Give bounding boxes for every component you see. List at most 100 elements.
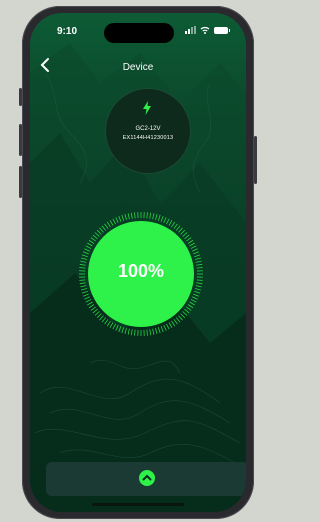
- gauge-tick: [182, 232, 188, 237]
- gauge-tick: [134, 329, 136, 336]
- gauge-tick: [106, 221, 111, 228]
- gauge-tick: [155, 327, 158, 334]
- wifi-icon: [200, 26, 210, 34]
- gauge-tick: [184, 308, 190, 314]
- battery-percent: 100%: [117, 261, 165, 281]
- gauge-tick: [149, 212, 152, 219]
- signal-icon: [185, 26, 196, 34]
- gauge-tick: [134, 212, 136, 219]
- gauge-tick: [155, 214, 158, 221]
- gauge-tick: [81, 257, 88, 260]
- gauge-tick: [186, 306, 192, 311]
- status-bar: 9:10: [30, 13, 246, 43]
- gauge-tick: [94, 311, 100, 316]
- gauge-tick: [194, 288, 201, 291]
- gauge-tick: [115, 217, 119, 224]
- gauge-tick: [84, 248, 91, 252]
- gauge-tick: [80, 285, 87, 288]
- gauge-tick: [166, 218, 170, 225]
- gauge-tick: [196, 282, 203, 285]
- power-button: [254, 136, 257, 184]
- gauge-tick: [81, 254, 88, 258]
- gauge-tick: [85, 245, 92, 249]
- gauge-tick: [92, 308, 98, 314]
- gauge-tick: [79, 282, 86, 285]
- gauge-tick: [178, 227, 183, 233]
- gauge-tick: [118, 326, 122, 333]
- gauge-tick: [146, 329, 148, 336]
- home-indicator: [92, 503, 184, 506]
- gauge-tick: [109, 322, 114, 328]
- gauge-tick: [171, 320, 176, 327]
- device-model: GC2-12V: [135, 126, 161, 132]
- gauge-tick: [88, 304, 95, 309]
- gauge-tick: [157, 214, 161, 221]
- gauge-tick: [101, 225, 107, 231]
- gauge-tick: [193, 251, 200, 255]
- gauge-tick: [130, 329, 133, 336]
- gauge-tick: [193, 293, 200, 297]
- gauge-tick: [173, 223, 178, 229]
- gauge-tick: [90, 306, 96, 311]
- gauge-tick: [191, 296, 198, 300]
- gauge-tick: [194, 257, 201, 260]
- device-info-card[interactable]: GC2-12V EX1144H41230013: [106, 89, 190, 173]
- gauge-tick: [81, 288, 88, 291]
- gauge-tick: [160, 326, 164, 333]
- gauge-tick: [184, 234, 190, 240]
- app-screen: 9:10 Device GC2-12V EX1144H41230013 100%: [30, 13, 246, 512]
- gauge-tick: [194, 254, 201, 258]
- gauge-tick: [160, 215, 164, 222]
- gauge-tick: [168, 322, 173, 328]
- gauge-tick: [166, 323, 170, 330]
- bottom-panel: [46, 462, 246, 496]
- gauge-tick: [190, 245, 197, 249]
- gauge-tick: [157, 327, 161, 334]
- gauge-tick: [189, 301, 195, 306]
- gauge-tick: [187, 304, 194, 309]
- action-button: [19, 88, 22, 106]
- gauge-tick: [180, 313, 186, 319]
- gauge-tick: [85, 299, 92, 303]
- gauge-tick: [106, 320, 111, 327]
- gauge-tick: [104, 319, 109, 325]
- gauge-tick: [163, 324, 167, 331]
- gauge-tick: [178, 315, 183, 321]
- gauge-tick: [112, 323, 116, 330]
- chevron-up-icon: [142, 474, 152, 481]
- gauge-tick: [92, 234, 98, 240]
- gauge-tick: [152, 328, 155, 335]
- gauge-tick: [191, 248, 198, 252]
- gauge-tick: [124, 214, 127, 221]
- gauge-tick: [101, 317, 107, 323]
- gauge-tick: [146, 212, 148, 219]
- gauge-tick: [94, 232, 100, 237]
- device-serial: EX1144H41230013: [122, 135, 174, 141]
- phone-frame: 9:10 Device GC2-12V EX1144H41230013 100%: [19, 6, 257, 519]
- gauge-tick: [121, 327, 125, 334]
- gauge-tick: [96, 313, 102, 319]
- gauge-tick: [171, 221, 176, 228]
- gauge-tick: [163, 217, 167, 224]
- gauge-tick: [112, 218, 116, 225]
- gauge-tick: [82, 293, 89, 297]
- expand-panel-button[interactable]: [139, 470, 155, 486]
- gauge-tick: [194, 290, 201, 294]
- page-title: Device: [122, 62, 154, 73]
- gauge-tick: [99, 227, 104, 233]
- volume-up-button: [19, 124, 22, 156]
- gauge-tick: [173, 319, 178, 325]
- gauge-tick: [115, 324, 119, 331]
- gauge-tick: [104, 223, 109, 229]
- gauge-tick: [127, 213, 130, 220]
- gauge-tick: [186, 237, 192, 242]
- gauge-tick: [168, 220, 173, 226]
- gauge-tick: [90, 237, 96, 242]
- gauge-tick: [130, 212, 133, 219]
- gauge-tick: [109, 220, 114, 226]
- gauge-tick: [175, 225, 181, 231]
- gauge-tick: [180, 229, 186, 235]
- gauge-tick: [84, 296, 91, 300]
- gauge-tick: [87, 301, 93, 306]
- gauge-tick: [195, 285, 202, 288]
